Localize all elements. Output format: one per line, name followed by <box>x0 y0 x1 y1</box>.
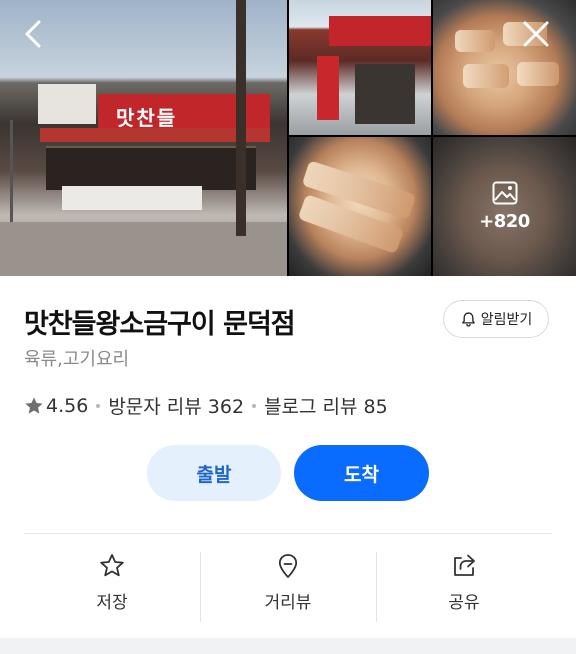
image-icon <box>492 181 517 205</box>
entrance-banner <box>317 56 339 120</box>
blog-reviews-link[interactable]: 블로그 리뷰 85 <box>264 392 388 419</box>
meat-piece <box>463 64 509 88</box>
close-icon <box>523 21 549 47</box>
more-photos-count: +820 <box>479 211 530 232</box>
share-button[interactable]: 공유 <box>376 548 552 622</box>
separator-dot <box>96 403 101 408</box>
close-button[interactable] <box>520 18 552 50</box>
photo-gallery: 맛찬들 +820 <box>0 0 576 276</box>
store-entrance-photo[interactable] <box>289 0 431 135</box>
notify-label: 알림받기 <box>480 312 533 328</box>
separator-dot <box>252 403 257 408</box>
back-button[interactable] <box>18 18 50 50</box>
chevron-left-icon <box>25 20 41 48</box>
share-icon <box>454 554 475 576</box>
side-sign <box>38 84 96 124</box>
section-divider <box>24 533 552 534</box>
visitor-reviews-link[interactable]: 방문자 리뷰 362 <box>108 392 244 419</box>
action-bar: 저장 거리뷰 공유 <box>24 548 552 622</box>
meat-piece <box>455 30 495 52</box>
grilled-meat-photo[interactable] <box>433 0 576 135</box>
share-label: 공유 <box>448 593 480 613</box>
arrive-route-button[interactable]: 도착 <box>294 445 429 501</box>
utility-pole <box>10 120 13 230</box>
place-category: 육류,고기요리 <box>24 349 130 370</box>
bell-icon <box>461 311 475 327</box>
tree-trunk <box>236 0 246 236</box>
start-route-button[interactable]: 출발 <box>147 445 281 501</box>
notify-button[interactable]: 알림받기 <box>443 300 549 338</box>
meat-piece <box>517 62 559 86</box>
rating-value: 4.56 <box>46 394 89 417</box>
store-banner <box>62 186 202 210</box>
store-windows <box>46 146 256 190</box>
star-outline-icon <box>100 554 124 577</box>
save-button[interactable]: 저장 <box>24 548 200 622</box>
rating-row: 4.56 방문자 리뷰 362 블로그 리뷰 85 <box>24 392 388 419</box>
map-pin-icon <box>278 554 298 578</box>
more-photos-button[interactable]: +820 <box>433 137 576 276</box>
section-separator-band <box>0 638 576 654</box>
star-filled-icon <box>25 397 43 414</box>
street-view-button[interactable]: 거리뷰 <box>200 548 376 622</box>
entrance-sign <box>329 16 431 46</box>
place-title: 맛찬들왕소금구이 문덕점 <box>24 309 296 340</box>
street-view-label: 거리뷰 <box>264 593 312 613</box>
pork-belly-photo[interactable] <box>289 137 431 276</box>
entrance-door <box>355 64 415 124</box>
save-label: 저장 <box>96 593 128 613</box>
